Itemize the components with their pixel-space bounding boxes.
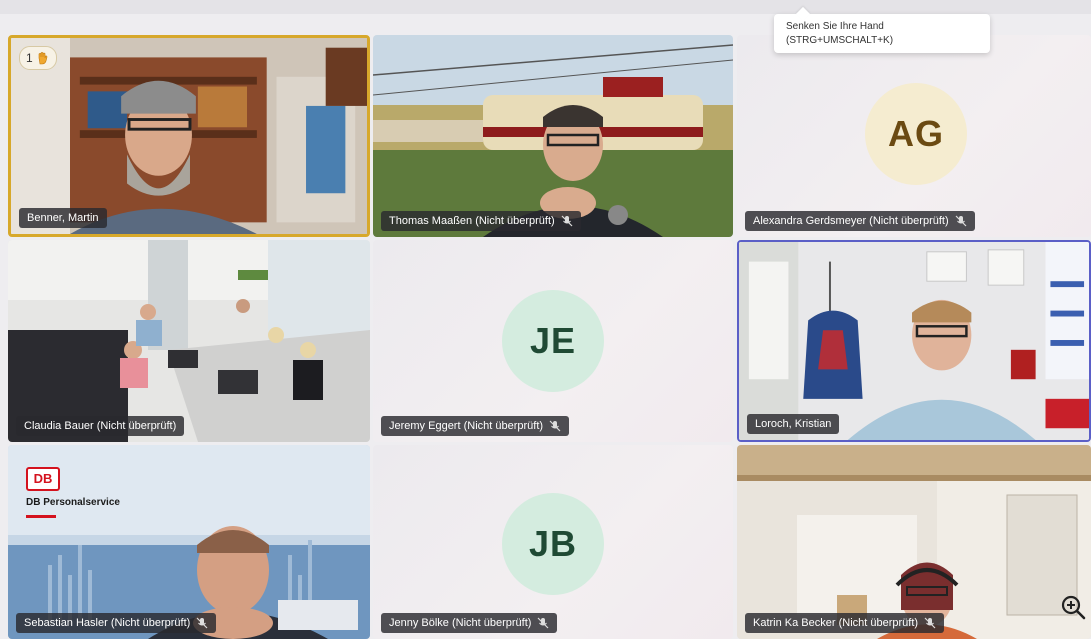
participant-name: Thomas Maaßen (Nicht überprüft) <box>381 211 581 231</box>
mic-off-icon <box>196 617 208 629</box>
video-feed <box>11 38 367 234</box>
participant-name: Katrin Ka Becker (Nicht überprüft) <box>745 613 945 633</box>
db-logo: DB <box>26 467 60 491</box>
mic-off-icon <box>549 420 561 432</box>
slide-title: DB Personalservice <box>26 497 120 508</box>
participant-name: Claudia Bauer (Nicht überprüft) <box>16 416 185 436</box>
participant-tile-becker[interactable]: Katrin Ka Becker (Nicht überprüft) <box>737 445 1091 639</box>
participant-tile-benner[interactable]: 1 Benner, Martin <box>8 35 370 237</box>
tooltip-title: Senken Sie Ihre Hand <box>786 21 884 32</box>
raised-hand-count: 1 <box>26 51 33 65</box>
participant-name: Loroch, Kristian <box>747 414 840 434</box>
participant-name: Jeremy Eggert (Nicht überprüft) <box>381 416 570 436</box>
video-feed <box>8 240 370 442</box>
participant-tile-hasler[interactable]: DB DB Personalservice Sebastian Hasler (… <box>8 445 370 639</box>
raised-hand-badge: 1 <box>19 46 57 70</box>
video-feed <box>739 242 1089 440</box>
lower-hand-tooltip: Senken Sie Ihre Hand (STRG+UMSCHALT+K) <box>774 6 990 53</box>
video-feed <box>373 35 733 237</box>
participant-tile-gerdsmeyer[interactable]: AG Alexandra Gerdsmeyer (Nicht überprüft… <box>737 35 1091 237</box>
mic-off-icon <box>955 215 967 227</box>
participant-name: Benner, Martin <box>19 208 107 228</box>
participant-name: Sebastian Hasler (Nicht überprüft) <box>16 613 217 633</box>
participant-name: Jenny Bölke (Nicht überprüft) <box>381 613 558 633</box>
participant-tile-maassen[interactable]: Thomas Maaßen (Nicht überprüft) <box>373 35 733 237</box>
avatar: JE <box>502 290 604 392</box>
mic-off-icon <box>538 617 549 629</box>
top-bar <box>0 0 1091 14</box>
avatar: AG <box>865 83 967 185</box>
mic-off-icon <box>561 215 573 227</box>
mic-off-icon <box>924 617 936 629</box>
avatar: JB <box>502 493 604 595</box>
video-feed <box>737 445 1091 639</box>
video-feed <box>8 445 370 639</box>
tooltip-shortcut: (STRG+UMSCHALT+K) <box>786 35 894 46</box>
participant-tile-loroch[interactable]: Loroch, Kristian <box>737 240 1091 442</box>
participant-tile-bauer[interactable]: Claudia Bauer (Nicht überprüft) <box>8 240 370 442</box>
hand-icon <box>38 52 47 65</box>
participant-tile-boelke[interactable]: JB Jenny Bölke (Nicht überprüft) <box>373 445 733 639</box>
video-grid: 1 Benner, Martin Thomas Maaßen (Nicht üb… <box>8 35 1091 639</box>
participant-name: Alexandra Gerdsmeyer (Nicht überprüft) <box>745 211 975 231</box>
divider <box>26 515 56 518</box>
zoom-in-icon[interactable] <box>1059 593 1087 621</box>
participant-tile-eggert[interactable]: JE Jeremy Eggert (Nicht überprüft) <box>373 240 733 442</box>
